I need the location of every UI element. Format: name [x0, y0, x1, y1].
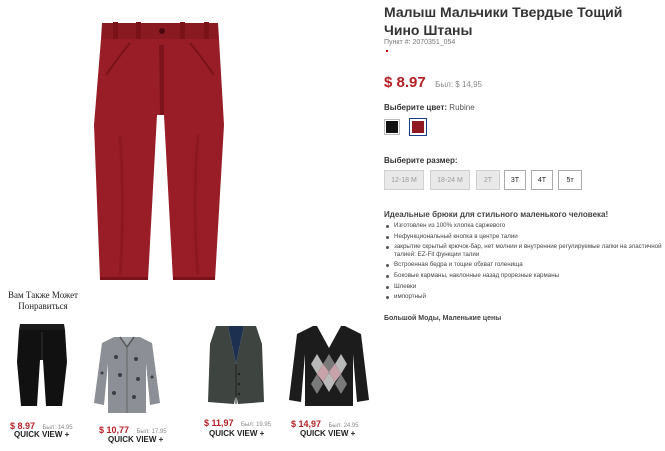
current-price: $ 8.97	[384, 74, 426, 91]
bullet-item: Шлевки	[384, 283, 662, 291]
bullet-item: импортный	[384, 293, 662, 301]
size-option-2t[interactable]: 2T	[476, 170, 500, 190]
price-row: $ 8.97 Был: $ 14,95	[384, 74, 482, 92]
bullet-item: Нефункциональный кнопка в центре талии	[384, 233, 662, 241]
swatch-fill	[386, 121, 398, 133]
was-price: Был: $ 14,95	[435, 80, 482, 89]
size-option-18-24m[interactable]: 18-24 M	[430, 170, 470, 190]
rec-was-price: Был: 19.95	[240, 422, 272, 428]
rec-price: $ 11,97	[204, 418, 234, 428]
recommendations-title: Вам Также Может Понравиться	[7, 290, 78, 311]
quick-view-button[interactable]: QUICK VIEW +	[209, 429, 264, 438]
selected-color-name: Rubine	[449, 103, 475, 112]
rec-price: $ 14,97	[291, 419, 322, 429]
swatch-fill	[412, 121, 424, 133]
size-option-5t[interactable]: 5т	[558, 170, 582, 190]
red-marker	[386, 50, 388, 52]
size-option-4t[interactable]: 4T	[531, 170, 553, 190]
product-sku: Пункт #: 2070351_054	[384, 39, 456, 46]
quick-view-button[interactable]: QUICK VIEW +	[14, 430, 69, 439]
rec-price: $ 10,77	[99, 425, 130, 435]
rec-image-vest[interactable]	[206, 324, 266, 406]
quick-view-button[interactable]: QUICK VIEW +	[108, 435, 163, 444]
product-main-image[interactable]	[80, 5, 240, 285]
tagline: Большой Моды, Маленькие цены	[384, 315, 502, 322]
color-label: Выберите цвет: Rubine	[384, 103, 475, 112]
color-swatch-rubine[interactable]	[409, 118, 427, 136]
size-option-12-18m[interactable]: 12-18 M	[384, 170, 424, 190]
bullet-item: Изготовлен из 100% хлопка саржевого	[384, 222, 662, 230]
bullet-item: Боковые карманы, наклонные назад прорезн…	[384, 272, 662, 280]
size-label: Выберите размер:	[384, 156, 458, 165]
rec-image-argyle-sweater[interactable]	[287, 324, 371, 408]
description-title: Идеальные брюки для стильного маленького…	[384, 210, 609, 219]
rec-image-printed-shirt[interactable]	[92, 333, 162, 415]
rec-image-black-pants[interactable]	[14, 322, 69, 407]
bullet-item: закрытие скрытый крючок-бар, нет молнии …	[384, 243, 662, 258]
quick-view-button[interactable]: QUICK VIEW +	[300, 429, 355, 438]
color-swatch-black[interactable]	[384, 119, 400, 135]
color-label-text: Выберите цвет:	[384, 103, 448, 112]
product-title: Малыш Мальчики Твердые Тощий Чино Штаны	[384, 4, 623, 38]
bullet-item: Встроенная бедра и тощие обхват голенища	[384, 261, 662, 269]
size-option-3t[interactable]: 3T	[504, 170, 526, 190]
description-bullets: Изготовлен из 100% хлопка саржевого Нефу…	[384, 222, 662, 304]
